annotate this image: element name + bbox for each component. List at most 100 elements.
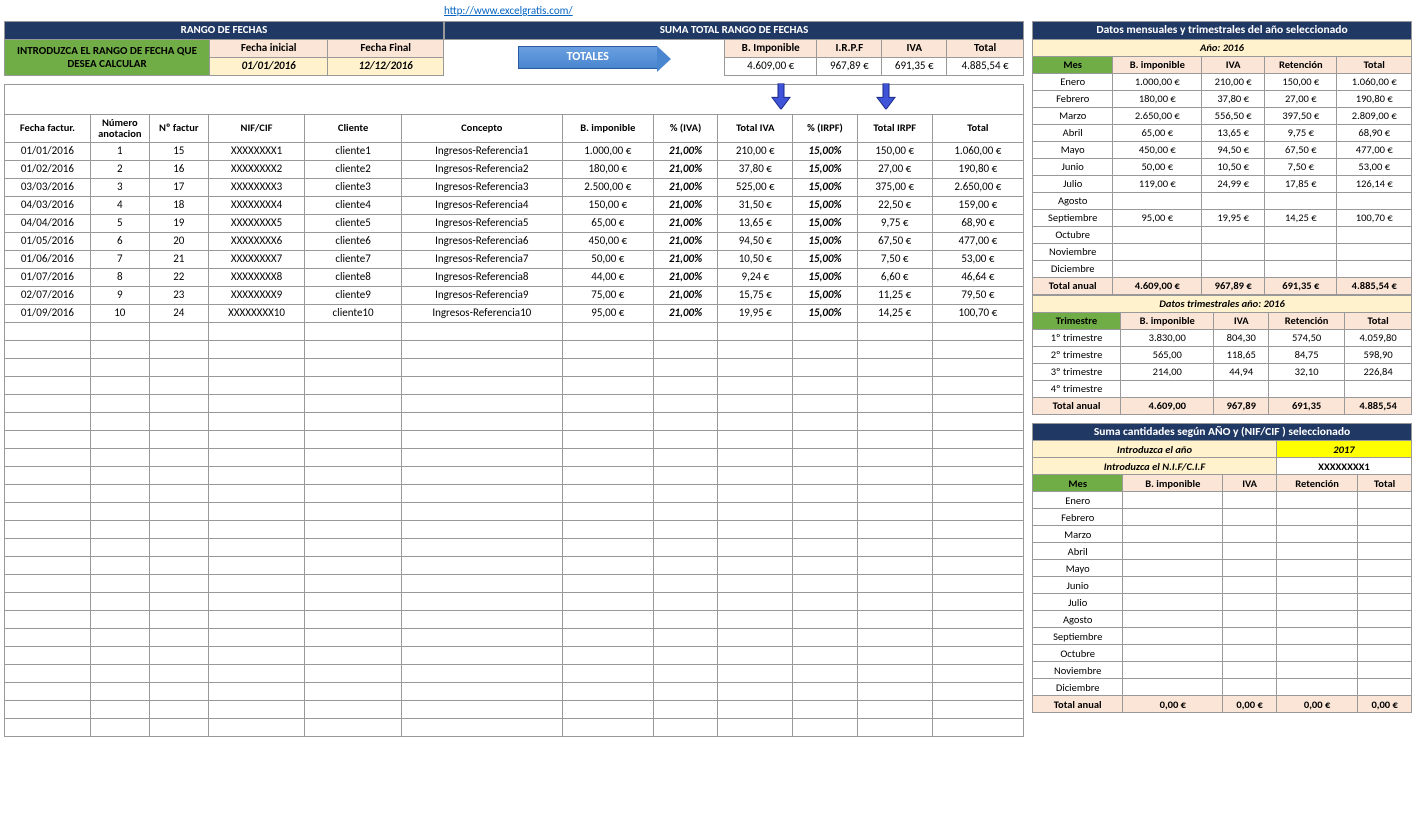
suma-val-1: 967,89 € [817, 58, 882, 76]
main-col-0: Fecha factur. [5, 114, 91, 142]
table-row: 01/01/2016115XXXXXXXX1cliente1Ingresos-R… [5, 142, 1024, 160]
main-col-5: Concepto [401, 114, 562, 142]
table-row [5, 340, 1024, 358]
nif-table: Suma cantidades según AÑO y (NIF/CIF ) s… [1032, 423, 1412, 714]
table-row [5, 664, 1024, 682]
table-row: 01/05/2016620XXXXXXXX6cliente6Ingresos-R… [5, 232, 1024, 250]
table-row: 03/03/2016317XXXXXXXX3cliente3Ingresos-R… [5, 178, 1024, 196]
nif-nif-label: Introduzca el N.I.F/C.I.F [1033, 458, 1277, 475]
main-col-7: % (IVA) [653, 114, 717, 142]
fecha-final-label: Fecha Final [328, 40, 444, 58]
suma-header: SUMA TOTAL RANGO DE FECHAS [445, 22, 1024, 40]
table-row [5, 628, 1024, 646]
table-row [5, 376, 1024, 394]
relacion-title: RELACIÓN DE INGRESOS DE FACTURAS EMITIDA… [5, 84, 1024, 114]
table-row [5, 502, 1024, 520]
main-col-11: Total [932, 114, 1023, 142]
table-row: Julio [1033, 594, 1412, 611]
yearly-header: Datos mensuales y trimestrales del año s… [1033, 22, 1412, 40]
table-row: 01/09/20161024XXXXXXXX10cliente10Ingreso… [5, 304, 1024, 322]
table-row [5, 646, 1024, 664]
main-col-9: % (IRPF) [793, 114, 857, 142]
table-row: Mayo [1033, 560, 1412, 577]
top-link[interactable]: http://www.excelgratis.com/ [444, 4, 573, 17]
table-row: Enero1.000,00 €210,00 €150,00 €1.060,00 … [1033, 73, 1412, 90]
yearly-year[interactable]: Año: 2016 [1033, 39, 1412, 56]
table-row: 01/02/2016216XXXXXXXX2cliente2Ingresos-R… [5, 160, 1024, 178]
main-col-1: Número anotacion [90, 114, 149, 142]
intro-text: INTRODUZCA EL RANGO DE FECHA QUE DESEA C… [5, 40, 210, 76]
table-row [5, 682, 1024, 700]
table-row: Noviembre [1033, 662, 1412, 679]
table-row: Marzo [1033, 526, 1412, 543]
table-row: Julio119,00 €24,99 €17,85 €126,14 € [1033, 175, 1412, 192]
table-row: 2º trimestre565,00118,6584,75598,90 [1033, 346, 1412, 363]
table-row [5, 358, 1024, 376]
table-row [5, 592, 1024, 610]
fecha-inicial-value[interactable]: 01/01/2016 [210, 58, 328, 76]
yearly-cols-4: Total [1337, 56, 1412, 73]
table-row: 02/07/2016923XXXXXXXX9cliente9Ingresos-R… [5, 286, 1024, 304]
nif-cols-1: B. imponible [1123, 475, 1223, 492]
table-row [5, 412, 1024, 430]
main-col-2: Nº factur [149, 114, 208, 142]
table-row [5, 556, 1024, 574]
yearly-table: Datos mensuales y trimestrales del año s… [1032, 21, 1412, 295]
arrow-down-icon [875, 83, 897, 114]
table-row: 04/03/2016418XXXXXXXX4cliente4Ingresos-R… [5, 196, 1024, 214]
nif-cols-2: IVA [1223, 475, 1277, 492]
quarterly-cols-2: IVA [1214, 312, 1269, 329]
arrow-down-icon [770, 83, 792, 114]
total-row: Total anual4.609,00 €967,89 €691,35 €4.8… [1033, 277, 1412, 294]
nif-year-value[interactable]: 2017 [1276, 441, 1411, 458]
table-row [5, 610, 1024, 628]
suma-val-2: 691,35 € [882, 58, 947, 76]
table-row: Abril [1033, 543, 1412, 560]
quarterly-table: Datos trimestrales año: 2016 TrimestreB.… [1032, 295, 1412, 415]
suma-col-3: Total [947, 40, 1024, 58]
total-row: Total anual4.609,00967,89691,354.885,54 [1033, 397, 1412, 414]
table-row: 1º trimestre3.830,00804,30574,504.059,80 [1033, 329, 1412, 346]
quarterly-cols-4: Total [1345, 312, 1412, 329]
table-row: 04/04/2016519XXXXXXXX5cliente5Ingresos-R… [5, 214, 1024, 232]
table-row: Septiembre [1033, 628, 1412, 645]
table-row: Septiembre95,00 €19,95 €14,25 €100,70 € [1033, 209, 1412, 226]
yearly-cols-2: IVA [1202, 56, 1265, 73]
table-row [5, 466, 1024, 484]
table-row [5, 718, 1024, 736]
yearly-cols-1: B. imponible [1113, 56, 1202, 73]
table-row: Mayo450,00 €94,50 €67,50 €477,00 € [1033, 141, 1412, 158]
total-row: Total anual0,00 €0,00 €0,00 €0,00 € [1033, 696, 1412, 713]
table-row: Agosto [1033, 611, 1412, 628]
suma-total-box: SUMA TOTAL RANGO DE FECHAS TOTALES B. Im… [444, 21, 1024, 76]
table-row [5, 484, 1024, 502]
main-col-8: Total IVA [718, 114, 793, 142]
main-col-4: Cliente [305, 114, 402, 142]
table-row: Diciembre [1033, 260, 1412, 277]
suma-col-1: I.R.P.F [817, 40, 882, 58]
main-col-10: Total IRPF [857, 114, 932, 142]
table-row: Enero [1033, 492, 1412, 509]
fecha-final-value[interactable]: 12/12/2016 [328, 58, 444, 76]
table-row: Octubre [1033, 226, 1412, 243]
table-row [5, 538, 1024, 556]
quarterly-cols-0: Trimestre [1033, 312, 1121, 329]
rango-fechas-box: RANGO DE FECHAS INTRODUZCA EL RANGO DE F… [4, 21, 444, 76]
nif-nif-value[interactable]: XXXXXXXX1 [1276, 458, 1411, 475]
table-row: 3º trimestre214,0044,9432,10226,84 [1033, 363, 1412, 380]
table-row: Febrero180,00 €37,80 €27,00 €190,80 € [1033, 90, 1412, 107]
table-row [5, 520, 1024, 538]
nif-cols-4: Total [1358, 475, 1412, 492]
table-row: 4º trimestre [1033, 380, 1412, 397]
quarterly-cols-3: Retención [1269, 312, 1345, 329]
table-row: Noviembre [1033, 243, 1412, 260]
fecha-inicial-label: Fecha inicial [210, 40, 328, 58]
table-row: Octubre [1033, 645, 1412, 662]
table-row [5, 430, 1024, 448]
table-row: Junio50,00 €10,50 €7,50 €53,00 € [1033, 158, 1412, 175]
suma-val-0: 4.609,00 € [725, 58, 817, 76]
totales-button[interactable]: TOTALES [518, 46, 657, 69]
nif-year-label: Introduzca el año [1033, 441, 1277, 458]
table-row: Abril65,00 €13,65 €9,75 €68,90 € [1033, 124, 1412, 141]
table-row [5, 700, 1024, 718]
